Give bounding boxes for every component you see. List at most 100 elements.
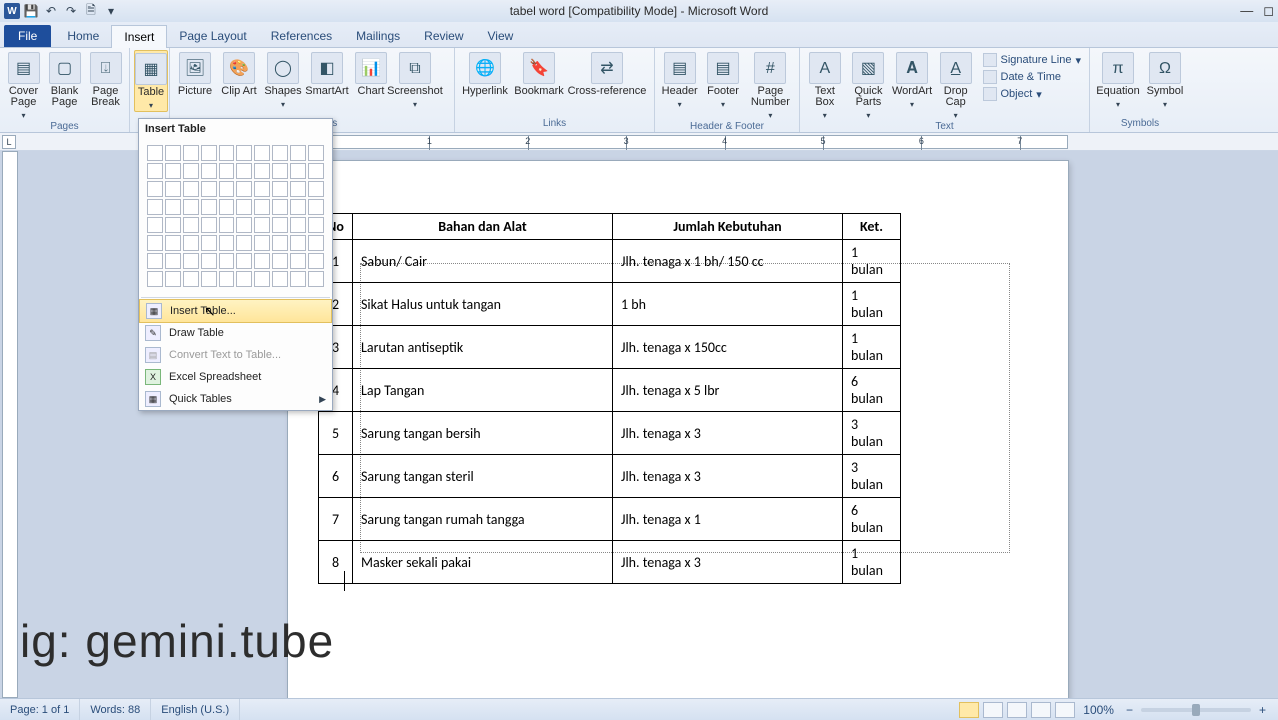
shapes-icon: ◯ <box>267 52 299 84</box>
header-jumlah[interactable]: Jumlah Kebutuhan <box>613 214 843 240</box>
view-draft[interactable] <box>1055 702 1075 718</box>
page-number-button[interactable]: #Page Number▾ <box>746 50 795 121</box>
crossref-icon: ⇄ <box>591 52 623 84</box>
table-row[interactable]: 8Masker sekali pakaiJlh. tenaga x 31 bul… <box>319 541 901 584</box>
shapes-button[interactable]: ◯Shapes▾ <box>262 50 304 110</box>
quick-access-toolbar: W 💾 ↶ ↷ 🗎 ▾ <box>0 2 120 20</box>
header-bahan[interactable]: Bahan dan Alat <box>353 214 613 240</box>
watermark-text: ig: gemini.tube <box>20 614 334 668</box>
bookmark-button[interactable]: 🔖Bookmark <box>513 50 565 97</box>
symbol-button[interactable]: ΩSymbol▾ <box>1144 50 1186 110</box>
quickparts-icon: ▧ <box>852 52 884 84</box>
header-button[interactable]: ▤Header▾ <box>659 50 700 110</box>
signature-line-button[interactable]: Signature Line ▾ <box>979 52 1085 68</box>
textbox-button[interactable]: AText Box▾ <box>804 50 846 121</box>
clipart-button[interactable]: 🎨Clip Art <box>218 50 260 97</box>
dropcap-button[interactable]: A̲Drop Cap▾ <box>935 50 977 121</box>
draw-table-icon: ✎ <box>145 325 161 341</box>
undo-icon[interactable]: ↶ <box>42 2 60 20</box>
table-row[interactable]: 4Lap TanganJlh. tenaga x 5 lbr6 bulan <box>319 369 901 412</box>
table-button[interactable]: ▦Table▾ <box>134 50 168 112</box>
tab-review[interactable]: Review <box>412 25 475 47</box>
convert-icon: ▤ <box>145 347 161 363</box>
status-language[interactable]: English (U.S.) <box>151 699 240 720</box>
header-ket[interactable]: Ket. <box>843 214 901 240</box>
hyperlink-button[interactable]: 🌐Hyperlink <box>459 50 511 97</box>
view-full-screen[interactable] <box>983 702 1003 718</box>
zoom-out-button[interactable]: − <box>1122 703 1137 717</box>
smartart-button[interactable]: ◧SmartArt <box>306 50 348 97</box>
redo-icon[interactable]: ↷ <box>62 2 80 20</box>
document-page[interactable]: No Bahan dan Alat Jumlah Kebutuhan Ket. … <box>288 161 1068 698</box>
table-row[interactable]: 2Sikat Halus untuk tangan1 bh1 bulan <box>319 283 901 326</box>
crossref-button[interactable]: ⇄Cross-reference <box>567 50 647 97</box>
cover-page-button[interactable]: ▤Cover Page▾ <box>4 50 43 121</box>
dropcap-icon: A̲ <box>940 52 972 84</box>
object-button[interactable]: Object ▾ <box>979 86 1085 102</box>
blank-page-button[interactable]: ▢Blank Page <box>45 50 84 108</box>
view-print-layout[interactable] <box>959 702 979 718</box>
tab-home[interactable]: Home <box>55 25 111 47</box>
save-icon[interactable]: 💾 <box>22 2 40 20</box>
zoom-label[interactable]: 100% <box>1079 703 1118 717</box>
datetime-icon <box>983 70 997 84</box>
group-text-label: Text <box>804 121 1085 133</box>
tab-insert[interactable]: Insert <box>111 25 167 48</box>
maximize-button[interactable]: ◻ <box>1263 3 1274 19</box>
date-time-button[interactable]: Date & Time <box>979 69 1085 85</box>
tab-page-layout[interactable]: Page Layout <box>167 25 258 47</box>
wordart-button[interactable]: 𝐀WordArt▾ <box>891 50 933 110</box>
excel-spreadsheet-menu[interactable]: XExcel Spreadsheet <box>139 366 332 388</box>
table-grid-picker[interactable] <box>139 139 332 295</box>
status-page[interactable]: Page: 1 of 1 <box>0 699 80 720</box>
tab-file[interactable]: File <box>4 25 51 47</box>
footer-icon: ▤ <box>707 52 739 84</box>
print-preview-icon[interactable]: 🗎 <box>82 2 100 20</box>
status-words[interactable]: Words: 88 <box>80 699 151 720</box>
blank-page-icon: ▢ <box>49 52 81 84</box>
screenshot-icon: ⧉ <box>399 52 431 84</box>
chevron-right-icon: ▶ <box>319 394 326 405</box>
quick-tables-menu[interactable]: ▦Quick Tables▶ <box>139 388 332 410</box>
vertical-ruler[interactable] <box>2 151 18 698</box>
tab-view[interactable]: View <box>476 25 526 47</box>
qat-more-icon[interactable]: ▾ <box>102 2 120 20</box>
chart-button[interactable]: 📊Chart <box>350 50 392 97</box>
table-row[interactable]: 3Larutan antiseptikJlh. tenaga x 150cc1 … <box>319 326 901 369</box>
tab-selector[interactable]: L <box>2 135 16 149</box>
table-row[interactable]: 7Sarung tangan rumah tanggaJlh. tenaga x… <box>319 498 901 541</box>
hyperlink-icon: 🌐 <box>469 52 501 84</box>
footer-button[interactable]: ▤Footer▾ <box>702 50 743 110</box>
zoom-in-button[interactable]: + <box>1255 703 1270 717</box>
zoom-slider[interactable] <box>1141 708 1251 712</box>
table-row[interactable]: 5Sarung tangan bersihJlh. tenaga x 33 bu… <box>319 412 901 455</box>
quickparts-button[interactable]: ▧Quick Parts▾ <box>848 50 890 121</box>
header-icon: ▤ <box>664 52 696 84</box>
equation-button[interactable]: πEquation▾ <box>1094 50 1142 110</box>
signature-icon <box>983 53 997 67</box>
view-web-layout[interactable] <box>1007 702 1027 718</box>
tab-references[interactable]: References <box>259 25 344 47</box>
tab-mailings[interactable]: Mailings <box>344 25 412 47</box>
textbox-icon: A <box>809 52 841 84</box>
table-icon: ▦ <box>135 53 167 85</box>
status-bar: Page: 1 of 1 Words: 88 English (U.S.) 10… <box>0 698 1278 720</box>
window-title: tabel word [Compatibility Mode] - Micros… <box>510 4 769 18</box>
group-headerfooter-label: Header & Footer <box>659 121 795 133</box>
view-outline[interactable] <box>1031 702 1051 718</box>
screenshot-button[interactable]: ⧉Screenshot▾ <box>394 50 436 110</box>
minimize-button[interactable]: — <box>1240 3 1253 19</box>
draw-table-menu[interactable]: ✎Draw Table <box>139 322 332 344</box>
document-table[interactable]: No Bahan dan Alat Jumlah Kebutuhan Ket. … <box>318 213 901 584</box>
table-row[interactable]: 1Sabun/ CairJlh. tenaga x 1 bh/ 150 cc1 … <box>319 240 901 283</box>
page-number-icon: # <box>754 52 786 84</box>
equation-icon: π <box>1102 52 1134 84</box>
clipart-icon: 🎨 <box>223 52 255 84</box>
horizontal-ruler[interactable]: 1234567 <box>330 135 1068 149</box>
table-row[interactable]: 6Sarung tangan sterilJlh. tenaga x 33 bu… <box>319 455 901 498</box>
page-break-button[interactable]: ⍗Page Break <box>86 50 125 108</box>
page-break-icon: ⍗ <box>90 52 122 84</box>
quick-tables-icon: ▦ <box>145 391 161 407</box>
insert-table-menu[interactable]: ▦Insert Table... <box>139 299 332 323</box>
picture-button[interactable]: 🖼Picture <box>174 50 216 97</box>
